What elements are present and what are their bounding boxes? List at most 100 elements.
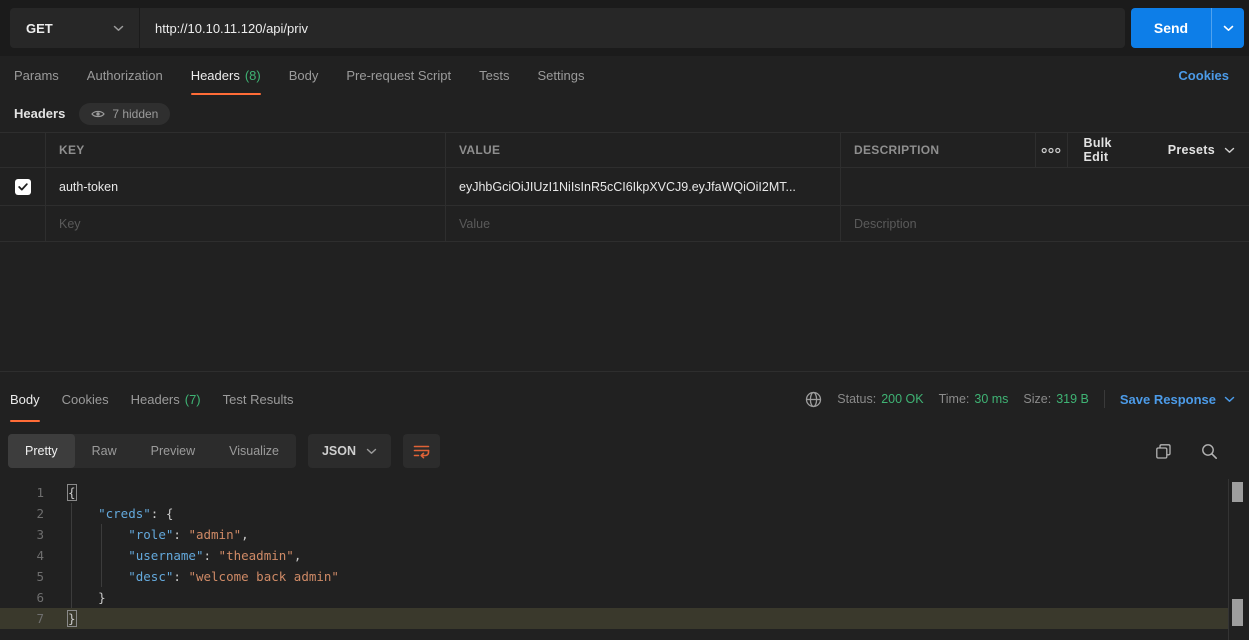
empty-select-cell: [0, 206, 45, 241]
tab-label: Params: [14, 68, 59, 83]
more-options-button[interactable]: [1036, 133, 1068, 167]
header-value-cell[interactable]: eyJhbGciOiJIUzI1NiIsInR5cCI6IkpXVCJ9.eyJ…: [445, 168, 840, 205]
more-options-icon: [1041, 147, 1061, 154]
line-content: "desc": "welcome back admin": [68, 569, 339, 584]
headers-panel-title: Headers: [14, 106, 65, 121]
presets-dropdown[interactable]: Presets: [1154, 133, 1249, 167]
status-label: Status:: [837, 392, 876, 406]
request-tabs: Params Authorization Headers (8) Body Pre-req…: [0, 56, 1249, 95]
request-tab-body[interactable]: Body: [289, 56, 319, 95]
line-content: "role": "admin",: [68, 527, 249, 542]
send-button[interactable]: Send: [1131, 8, 1211, 48]
request-tab-headers[interactable]: Headers (8): [191, 56, 261, 95]
time-value: 30 ms: [974, 392, 1008, 406]
key-placeholder[interactable]: Key: [45, 206, 445, 241]
method-dropdown[interactable]: GET: [10, 8, 140, 48]
response-tabs-list: Body Cookies Headers(7) Test Results: [10, 372, 315, 426]
header-select-cell: [0, 133, 45, 167]
send-options-button[interactable]: [1211, 8, 1244, 48]
status-value: 200 OK: [881, 392, 923, 406]
response-meta: Status: 200 OK Time: 30 ms Size: 319 B S…: [805, 390, 1235, 408]
postman-app: GET http://10.10.11.120/api/priv Send Pa…: [0, 0, 1249, 640]
line-number: 4: [0, 548, 50, 563]
presets-label: Presets: [1168, 143, 1215, 157]
code-line-2: 2 "creds": {: [0, 503, 1249, 524]
view-raw[interactable]: Raw: [75, 434, 134, 468]
meta-divider: [1104, 390, 1105, 408]
line-content: {: [68, 485, 76, 500]
view-switcher: PrettyRawPreviewVisualize: [8, 434, 296, 468]
request-tabs-list: Params Authorization Headers (8) Body Pre-req…: [14, 56, 612, 95]
response-toolbar: PrettyRawPreviewVisualize JSON: [8, 434, 1241, 468]
tab-count: (8): [245, 68, 261, 83]
row-select-cell: [0, 168, 45, 205]
view-visualize[interactable]: Visualize: [212, 434, 296, 468]
format-label: JSON: [322, 444, 356, 458]
size-value: 319 B: [1056, 392, 1089, 406]
response-tab-headers[interactable]: Headers(7): [131, 372, 201, 426]
tab-label: Body: [289, 68, 319, 83]
response-tab-body[interactable]: Body: [10, 372, 40, 426]
format-dropdown[interactable]: JSON: [308, 434, 391, 468]
method-label: GET: [26, 21, 53, 36]
method-chevron-icon: [113, 25, 124, 32]
wrap-text-button[interactable]: [403, 434, 440, 468]
request-tab-pre-request-script[interactable]: Pre-request Script: [346, 56, 451, 95]
hidden-headers-label: 7 hidden: [112, 107, 158, 121]
size-badge: Size: 319 B: [1023, 392, 1088, 406]
copy-icon[interactable]: [1155, 443, 1172, 460]
request-tab-settings[interactable]: Settings: [537, 56, 584, 95]
url-control: GET http://10.10.11.120/api/priv: [10, 8, 1125, 48]
time-label: Time:: [939, 392, 970, 406]
code-line-1: 1{: [0, 482, 1249, 503]
column-header-key: KEY: [45, 133, 445, 167]
scrollbar-thumb-top[interactable]: [1232, 482, 1243, 502]
code-line-5: 5 "desc": "welcome back admin": [0, 566, 1249, 587]
response-panel: Body Cookies Headers(7) Test Results Status…: [0, 371, 1249, 640]
description-placeholder[interactable]: Description: [840, 206, 1249, 241]
line-number: 5: [0, 569, 50, 584]
line-number: 2: [0, 506, 50, 521]
headers-subheader: Headers 7 hidden: [0, 95, 1249, 132]
search-icon[interactable]: [1201, 443, 1218, 460]
code-line-7: 7}: [0, 608, 1249, 629]
tab-label: Headers: [191, 68, 240, 83]
eye-icon: [91, 109, 105, 119]
line-number: 3: [0, 527, 50, 542]
row-checkbox[interactable]: [15, 179, 31, 195]
tab-label: Authorization: [87, 68, 163, 83]
save-response-button[interactable]: Save Response: [1120, 392, 1235, 407]
header-description-cell[interactable]: [840, 168, 1249, 205]
tab-label: Pre-request Script: [346, 68, 451, 83]
view-pretty[interactable]: Pretty: [8, 434, 75, 468]
request-tab-authorization[interactable]: Authorization: [87, 56, 163, 95]
presets-chevron-icon: [1224, 147, 1235, 154]
view-preview[interactable]: Preview: [134, 434, 212, 468]
url-input[interactable]: http://10.10.11.120/api/priv: [140, 21, 1125, 36]
value-placeholder[interactable]: Value: [445, 206, 840, 241]
response-toolbar-icons: [1155, 443, 1241, 460]
status-badge: Status: 200 OK: [837, 392, 923, 406]
code-line-4: 4 "username": "theadmin",: [0, 545, 1249, 566]
wrap-text-icon: [413, 444, 430, 459]
hidden-headers-toggle[interactable]: 7 hidden: [79, 103, 170, 125]
checkbox-check-icon: [18, 183, 28, 191]
time-badge: Time: 30 ms: [939, 392, 1009, 406]
column-header-value: VALUE: [445, 133, 840, 167]
line-number: 6: [0, 590, 50, 605]
request-tab-tests[interactable]: Tests: [479, 56, 509, 95]
response-tab-cookies[interactable]: Cookies: [62, 372, 109, 426]
header-key-cell[interactable]: auth-token: [45, 168, 445, 205]
request-tab-params[interactable]: Params: [14, 56, 59, 95]
response-body-code[interactable]: 1{2 "creds": { 3 "role": "admin", 4 "usern…: [0, 479, 1249, 640]
tab-label: Cookies: [62, 392, 109, 407]
tab-label: Test Results: [223, 392, 294, 407]
format-chevron-icon: [366, 448, 377, 455]
table-header-row: KEY VALUE DESCRIPTION Bulk Edit Presets: [0, 132, 1249, 168]
bulk-edit-button[interactable]: Bulk Edit: [1068, 133, 1148, 167]
code-lines: 1{2 "creds": { 3 "role": "admin", 4 "usern…: [0, 482, 1249, 629]
globe-icon[interactable]: [805, 391, 822, 408]
cookies-link[interactable]: Cookies: [1178, 68, 1235, 83]
response-tab-test-results[interactable]: Test Results: [223, 372, 294, 426]
scrollbar-thumb-bottom[interactable]: [1232, 599, 1243, 626]
